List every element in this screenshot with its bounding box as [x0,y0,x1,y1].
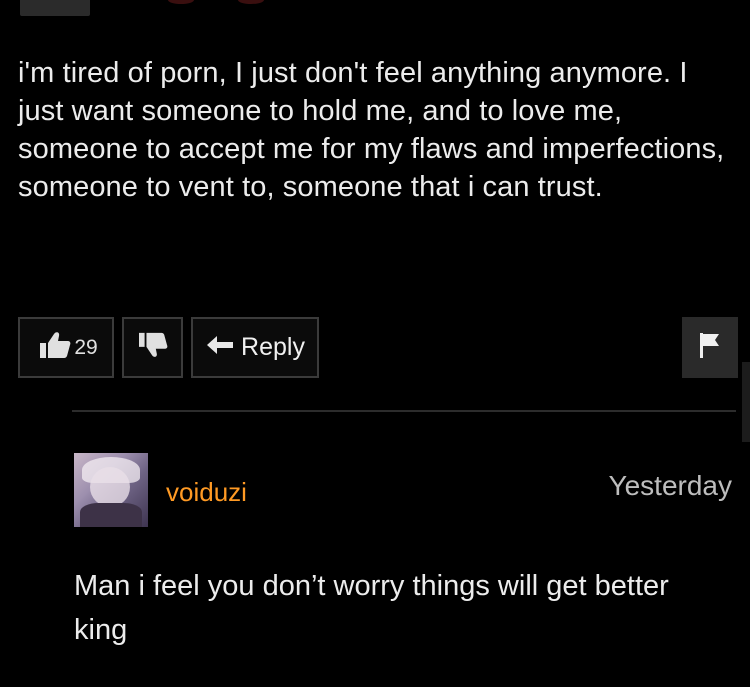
comment-body: i'm tired of porn, I just don't feel any… [18,57,725,203]
dislike-button[interactable] [122,317,183,378]
decorative-dot [168,0,194,4]
reply-body: Man i feel you don’t worry things will g… [74,570,669,646]
scrollbar[interactable] [742,362,750,442]
report-flag-button[interactable] [682,317,738,378]
reply-username[interactable]: voiduzi [166,477,247,508]
comment-thread: i'm tired of porn, I just don't feel any… [0,0,750,687]
divider [72,410,736,412]
reply-arrow-icon [205,334,235,361]
thumbs-up-icon [38,330,72,365]
like-button[interactable]: 29 [18,317,114,378]
decorative-dot [238,0,264,4]
reply-button[interactable]: Reply [191,317,319,378]
reply-timestamp: Yesterday [608,470,733,501]
flag-icon [697,330,723,365]
like-count: 29 [74,335,98,359]
comment-actions: 29 Reply [18,317,319,378]
previous-avatar-stub [20,0,90,16]
thumbs-down-icon [137,331,169,364]
reply-label: Reply [241,333,305,361]
avatar[interactable] [74,453,148,527]
